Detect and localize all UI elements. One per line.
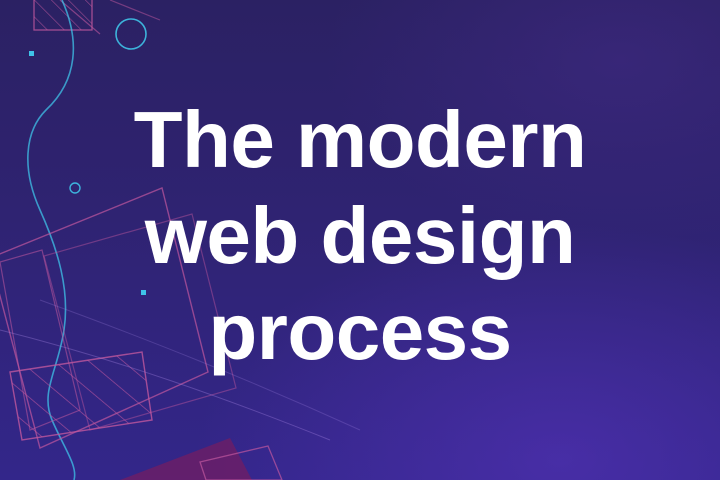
hatched-square-top-icon	[33, 0, 93, 31]
circle-outline-icon	[115, 18, 147, 50]
magenta-shape-icon	[120, 438, 252, 480]
hero-title: The modern web design process	[0, 92, 720, 380]
hero-title-line-1: The modern	[133, 95, 587, 184]
square-dot-icon	[29, 51, 34, 56]
hero-title-line-3: process	[208, 287, 512, 376]
hero-banner: The modern web design process	[0, 0, 720, 480]
hero-title-line-2: web design	[144, 191, 576, 280]
diagonal-line-icon	[109, 0, 161, 21]
